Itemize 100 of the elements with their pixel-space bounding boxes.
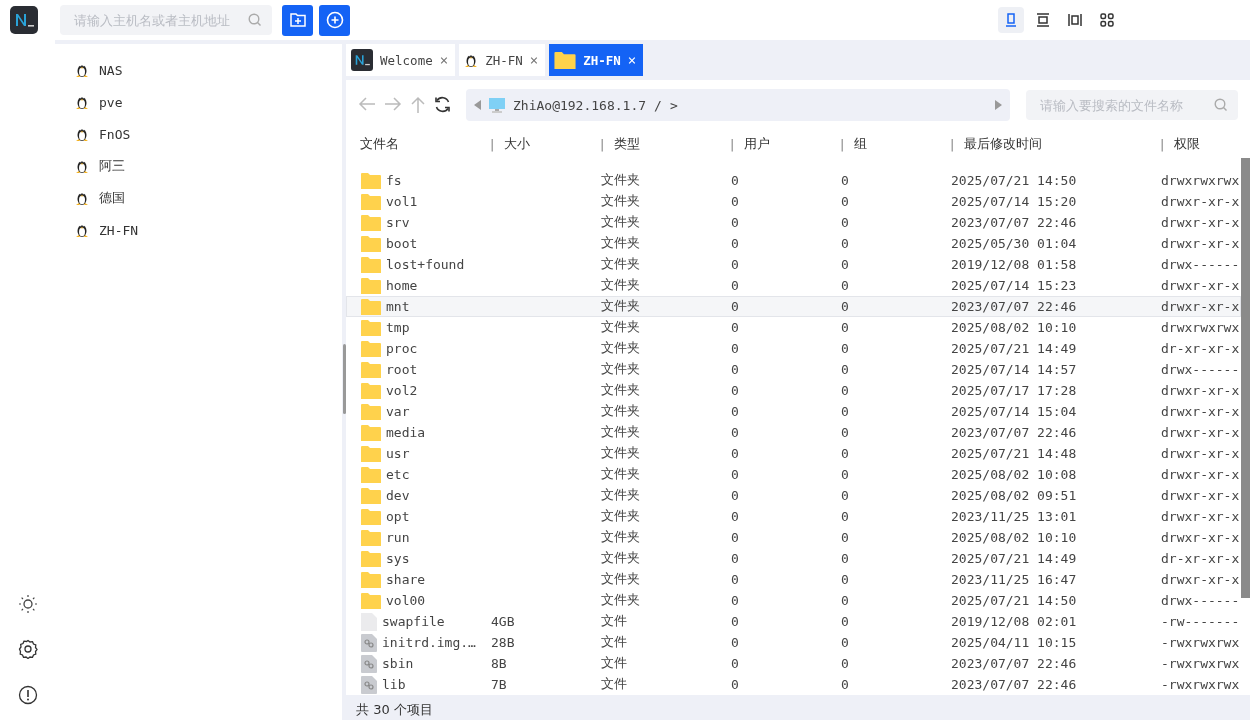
column-divider[interactable]: |	[840, 136, 845, 152]
file-modified: 2025/07/21 14:49	[951, 551, 1078, 566]
file-row[interactable]: dev 文件夹 0 0 2025/08/02 09:51 drwxr-xr-x	[346, 485, 1241, 506]
host-name[interactable]: 德国	[99, 189, 125, 207]
file-permissions: -rwxrwxrwx	[1161, 677, 1240, 692]
file-row[interactable]: home 文件夹 0 0 2025/07/14 15:23 drwxr-xr-x	[346, 275, 1241, 296]
column-header[interactable]: 类型	[614, 135, 641, 153]
link-file-icon	[361, 654, 377, 673]
file-row[interactable]: mnt 文件夹 0 0 2023/07/07 22:46 drwxr-xr-x	[346, 296, 1241, 317]
path-segment[interactable]: /	[654, 97, 662, 113]
file-group: 0	[841, 572, 951, 587]
folder-icon	[361, 171, 381, 190]
forward-arrow-icon	[384, 96, 402, 112]
scrollbar-thumb[interactable]	[1241, 158, 1250, 598]
file-type: 文件夹	[601, 382, 641, 399]
file-name: vol2	[386, 383, 418, 398]
file-permissions: drwxr-xr-x	[1161, 299, 1240, 314]
file-permissions: drwxr-xr-x	[1161, 509, 1240, 524]
splitter-handle[interactable]	[343, 344, 346, 414]
penguin-icon	[75, 158, 89, 174]
file-group: 0	[841, 509, 951, 524]
file-modified: 2023/07/07 22:46	[951, 677, 1078, 692]
column-divider[interactable]: |	[490, 136, 495, 152]
file-type: 文件	[601, 655, 628, 672]
host-name[interactable]: 阿三	[99, 157, 125, 175]
folder-icon	[361, 381, 381, 400]
file-permissions: drwx------	[1161, 362, 1240, 377]
tab[interactable]: ZH-FN ×	[459, 44, 546, 76]
file-row[interactable]: proc 文件夹 0 0 2025/07/21 14:49 dr-xr-xr-x	[346, 338, 1241, 359]
column-header[interactable]: 权限	[1174, 135, 1201, 153]
file-name: swapfile	[382, 614, 445, 629]
file-user: 0	[731, 194, 740, 209]
tab[interactable]: Welcome ×	[346, 44, 456, 76]
theme-sun-icon[interactable]	[18, 595, 37, 613]
path-chevron[interactable]: >	[669, 97, 678, 113]
file-name: tmp	[386, 320, 410, 335]
new-folder-button[interactable]	[282, 4, 313, 36]
file-row[interactable]: boot 文件夹 0 0 2025/05/30 01:04 drwxr-xr-x	[346, 233, 1241, 254]
column-divider[interactable]: |	[730, 136, 735, 152]
plus-circle-icon	[325, 11, 344, 29]
file-row[interactable]: run 文件夹 0 0 2025/08/02 10:10 drwxr-xr-x	[346, 527, 1241, 548]
host-name[interactable]: FnOS	[99, 126, 131, 142]
file-row[interactable]: lost+found 文件夹 0 0 2019/12/08 01:58 drwx------	[346, 254, 1241, 275]
path-bar[interactable]: ZhiAo@192.168.1.7 / >	[466, 89, 1010, 121]
file-modified: 2025/07/14 15:20	[951, 194, 1078, 209]
column-divider[interactable]: |	[950, 136, 955, 152]
column-header[interactable]: 组	[854, 135, 868, 153]
file-user: 0	[731, 446, 740, 461]
file-row[interactable]: sys 文件夹 0 0 2025/07/21 14:49 dr-xr-xr-x	[346, 548, 1241, 569]
column-header[interactable]: 大小	[504, 135, 531, 153]
file-row[interactable]: sbin 8B 文件 0 0 2023/07/07 22:46 -rwxrwxrwx	[346, 653, 1241, 674]
folder-plus-icon	[289, 13, 306, 27]
file-row[interactable]: vol1 文件夹 0 0 2025/07/14 15:20 drwxr-xr-x	[346, 191, 1241, 212]
file-name: sys	[386, 551, 410, 566]
host-name[interactable]: pve	[99, 94, 123, 110]
file-row[interactable]: swapfile 4GB 文件 0 0 2019/12/08 02:01 -rw-------	[346, 611, 1241, 632]
file-row[interactable]: usr 文件夹 0 0 2025/07/21 14:48 drwxr-xr-x	[346, 443, 1241, 464]
file-row[interactable]: initrd.img.… 28B 文件 0 0 2025/04/11 10:15 -rwxrwxrwx	[346, 632, 1241, 653]
add-button[interactable]	[319, 4, 350, 36]
file-row[interactable]: lib 7B 文件 0 0 2023/07/07 22:46 -rwxrwxrwx	[346, 674, 1241, 695]
file-name: root	[386, 362, 418, 377]
file-row[interactable]: srv 文件夹 0 0 2023/07/07 22:46 drwxr-xr-x	[346, 212, 1241, 233]
file-user: 0	[731, 509, 740, 524]
column-header[interactable]: 最后修改时间	[964, 135, 1043, 153]
file-row[interactable]: etc 文件夹 0 0 2025/08/02 10:08 drwxr-xr-x	[346, 464, 1241, 485]
file-modified: 2023/07/07 22:46	[951, 425, 1078, 440]
search-icon	[1214, 98, 1228, 112]
column-divider[interactable]: |	[1160, 136, 1165, 152]
file-type: 文件夹	[601, 214, 641, 231]
file-row[interactable]: vol2 文件夹 0 0 2025/07/17 17:28 drwxr-xr-x	[346, 380, 1241, 401]
file-name: mnt	[386, 299, 410, 314]
file-row[interactable]: root 文件夹 0 0 2025/07/14 14:57 drwx------	[346, 359, 1241, 380]
column-divider[interactable]: |	[600, 136, 605, 152]
file-row[interactable]: fs 文件夹 0 0 2025/07/21 14:50 drwxrwxrwx	[346, 170, 1241, 191]
tab[interactable]: ZH-FN ×	[549, 44, 644, 76]
file-modified: 2025/08/02 10:10	[951, 320, 1078, 335]
file-permissions: dr-xr-xr-x	[1161, 341, 1240, 356]
file-user: 0	[731, 593, 740, 608]
file-row[interactable]: vol00 文件夹 0 0 2025/07/21 14:50 drwx------	[346, 590, 1241, 611]
file-row[interactable]: media 文件夹 0 0 2023/07/07 22:46 drwxr-xr-x	[346, 422, 1241, 443]
host-name[interactable]: ZH-FN	[99, 222, 139, 238]
column-header[interactable]: 用户	[744, 135, 771, 153]
up-arrow-icon	[410, 96, 426, 114]
settings-icon[interactable]	[17, 639, 38, 659]
refresh-button[interactable]	[434, 96, 451, 114]
file-group: 0	[841, 446, 951, 461]
host-name[interactable]: NAS	[99, 62, 123, 78]
file-row[interactable]: var 文件夹 0 0 2025/07/14 15:04 drwxr-xr-x	[346, 401, 1241, 422]
info-icon[interactable]	[17, 685, 38, 705]
vertical-split-icon	[1068, 13, 1082, 27]
file-modified: 2019/12/08 01:58	[951, 257, 1078, 272]
column-header[interactable]: 文件名	[360, 135, 399, 153]
file-row[interactable]: tmp 文件夹 0 0 2025/08/02 10:10 drwxrwxrwx	[346, 317, 1241, 338]
file-name: proc	[386, 341, 418, 356]
file-row[interactable]: share 文件夹 0 0 2023/11/25 16:47 drwxr-xr-x	[346, 569, 1241, 590]
file-group: 0	[841, 383, 951, 398]
file-row[interactable]: opt 文件夹 0 0 2023/11/25 13:01 drwxr-xr-x	[346, 506, 1241, 527]
file-user: 0	[731, 299, 740, 314]
file-permissions: drwx------	[1161, 257, 1240, 272]
folder-icon	[361, 297, 381, 316]
